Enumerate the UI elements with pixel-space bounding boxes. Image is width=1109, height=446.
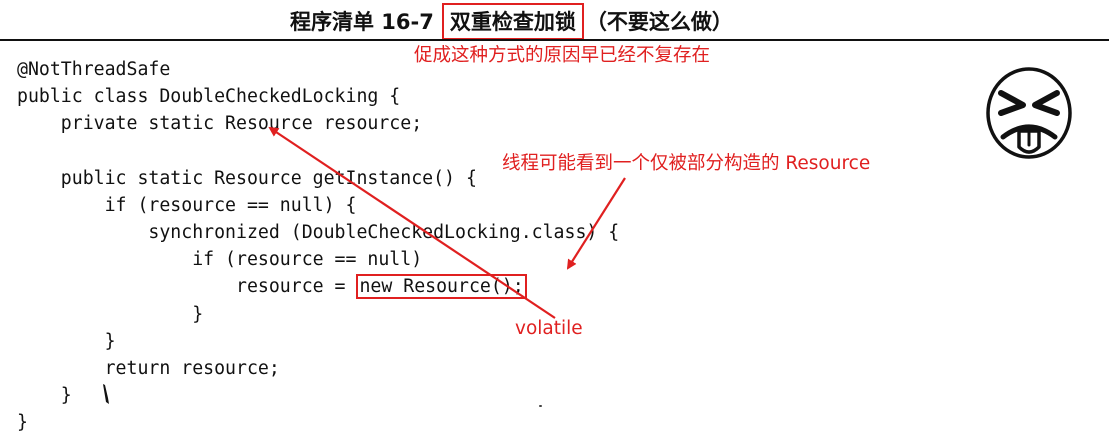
code-line: private static Resource resource;: [17, 113, 423, 134]
annotation-volatile: volatile: [515, 318, 583, 339]
code-line: }: [17, 412, 28, 433]
code-line: synchronized (DoubleCheckedLocking.class…: [17, 222, 620, 243]
code-line: resource = new Resource();: [17, 274, 527, 299]
ink-speck: [539, 405, 542, 407]
code-line: public class DoubleCheckedLocking {: [17, 86, 401, 107]
code-line: @NotThreadSafe: [17, 59, 171, 80]
code-line: }: [17, 385, 72, 406]
code-line: }: [17, 304, 204, 325]
angry-face-icon: [986, 67, 1072, 159]
code-line: return resource;: [17, 358, 280, 379]
code-line: }: [17, 331, 116, 352]
code-line: public static Resource getInstance() {: [17, 168, 477, 189]
code-line: if (resource == null) {: [17, 195, 357, 216]
ink-mark: [103, 384, 109, 404]
code-line: if (resource == null): [17, 249, 423, 270]
annotation-obsolete-reason: 促成这种方式的原因早已经不复存在: [414, 45, 711, 66]
new-resource-highlight: new Resource();: [356, 274, 527, 299]
annotation-partial-construction: 线程可能看到一个仅被部分构造的 Resource: [502, 153, 871, 174]
code-segment: resource =: [17, 276, 357, 297]
